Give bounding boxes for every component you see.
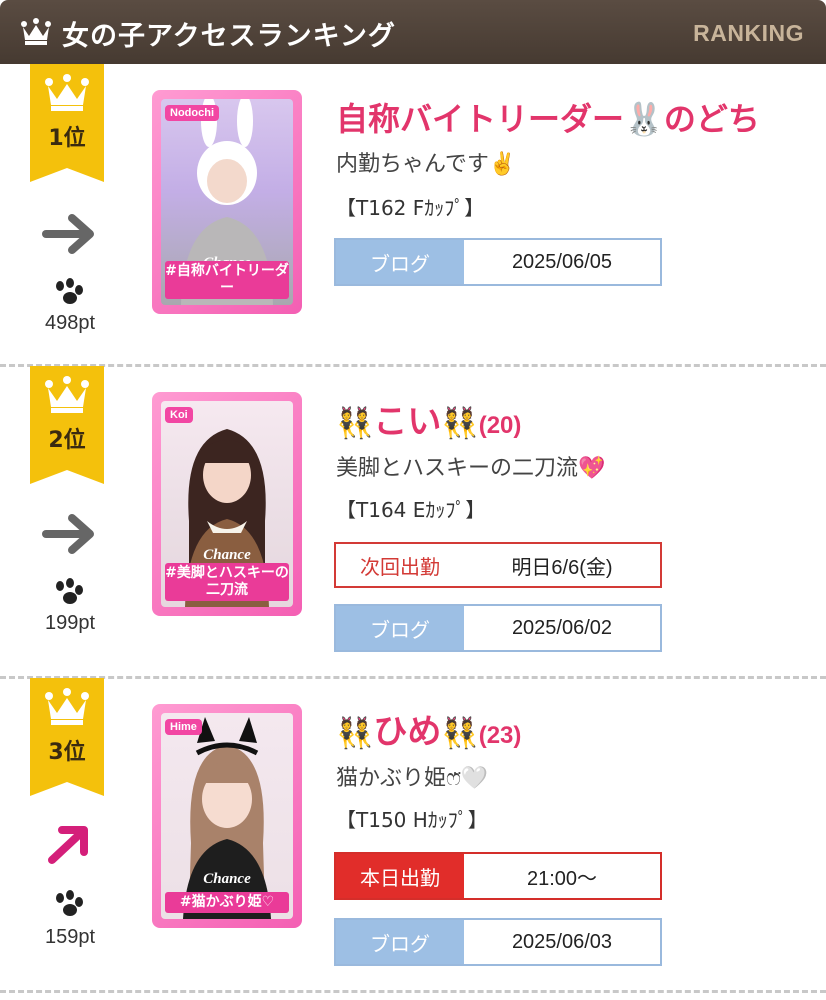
today-shift: 本日出勤 21:00〜: [334, 852, 662, 900]
dancers-icon: 👯: [336, 406, 374, 441]
next-shift-value: 明日6/6(金): [511, 556, 613, 579]
catch-copy: 内勤ちゃんです✌️: [336, 152, 517, 177]
divider: [0, 990, 826, 993]
catch-copy: 美脚とハスキーの二刀流💖: [336, 456, 606, 481]
photo-brand: Chance: [203, 547, 251, 563]
rank-badge: 1位: [30, 64, 104, 182]
blog-date: 2025/06/05: [511, 250, 613, 273]
blog-label: ブログ: [336, 920, 464, 964]
points: 498pt: [44, 312, 96, 334]
age: (23): [478, 722, 522, 749]
blog-label: ブログ: [336, 606, 464, 650]
girl-name-text: こい: [373, 402, 442, 442]
ranking-header: 女の子アクセスランキング RANKING: [0, 0, 826, 64]
dancers-icon: 👯: [441, 716, 479, 751]
rank-label: 2位: [48, 428, 86, 453]
profile-photo[interactable]: Koi Chance #美脚とハスキーの二刀流: [152, 392, 302, 616]
paw-icon: [56, 278, 83, 304]
ranking-item[interactable]: 1位 498pt Nodochi Chance #自称バイトリーダー 自称バイト…: [0, 64, 826, 366]
dancers-icon: 👯: [336, 716, 374, 751]
ranking-tag: RANKING: [693, 20, 804, 46]
photo-name-tag: Nodochi: [165, 105, 219, 121]
catch-copy: 猫かぶり姫ෆ̈🤍: [336, 766, 489, 791]
points: 199pt: [44, 612, 96, 634]
girl-name[interactable]: 自称バイトリーダー🐰のどち: [336, 94, 760, 140]
blog-date: 2025/06/03: [511, 930, 613, 953]
body-spec: 【T150 Hｶｯﾌﾟ】: [336, 808, 488, 832]
photo-name-tag: Koi: [165, 407, 193, 423]
crown-icon: [45, 688, 89, 725]
crown-icon: [45, 74, 89, 111]
rank-label: 3位: [48, 740, 86, 765]
blog-link[interactable]: ブログ 2025/06/05: [334, 238, 662, 286]
photo-name-tag: Hime: [165, 719, 202, 735]
arrow-right-icon: [42, 214, 94, 254]
girl-name-text: ひめ: [373, 712, 442, 752]
girl-name[interactable]: 👯こい👯(20): [336, 394, 521, 443]
page-title: 女の子アクセスランキング: [62, 21, 396, 52]
body-spec: 【T162 Fｶｯﾌﾟ】: [336, 196, 485, 220]
dancers-icon: 👯: [441, 406, 479, 441]
ranking-item[interactable]: 2位 199pt Koi Chance #美脚とハスキーの二刀流 👯こい👯(20…: [0, 366, 826, 678]
blog-link[interactable]: ブログ 2025/06/03: [334, 918, 662, 966]
body-spec: 【T164 Eｶｯﾌﾟ】: [336, 498, 486, 522]
crown-icon: [21, 18, 51, 45]
profile-photo[interactable]: Nodochi Chance #自称バイトリーダー: [152, 90, 302, 314]
ranking-item[interactable]: 3位 159pt Hime Chance #猫かぶり姫♡ 👯ひめ👯(23) 猫か…: [0, 678, 826, 1000]
girl-name[interactable]: 👯ひめ👯(23): [336, 704, 521, 753]
blog-link[interactable]: ブログ 2025/06/02: [334, 604, 662, 652]
portrait-figure: [183, 717, 271, 919]
profile-photo[interactable]: Hime Chance #猫かぶり姫♡: [152, 704, 302, 928]
rank-label: 1位: [48, 126, 86, 151]
rank-badge: 2位: [30, 366, 104, 484]
blog-date: 2025/06/02: [511, 616, 613, 639]
today-shift-label: 本日出勤: [336, 854, 464, 898]
arrow-up-right-icon: [48, 826, 88, 864]
rank-badge: 3位: [30, 678, 104, 796]
points: 159pt: [44, 926, 96, 948]
paw-icon: [56, 578, 83, 604]
next-shift-label: 次回出勤: [336, 544, 464, 586]
paw-icon: [56, 890, 83, 916]
today-shift-value: 21:00〜: [526, 867, 598, 890]
photo-caption: #美脚とハスキーの二刀流: [165, 563, 289, 601]
photo-caption: #自称バイトリーダー: [165, 261, 289, 299]
blog-label: ブログ: [336, 240, 464, 284]
photo-brand: Chance: [203, 871, 251, 887]
arrow-right-icon: [42, 514, 94, 554]
photo-caption: #猫かぶり姫♡: [165, 892, 289, 913]
next-shift: 次回出勤 明日6/6(金): [334, 542, 662, 588]
crown-icon: [45, 376, 89, 413]
age: (20): [478, 412, 522, 439]
